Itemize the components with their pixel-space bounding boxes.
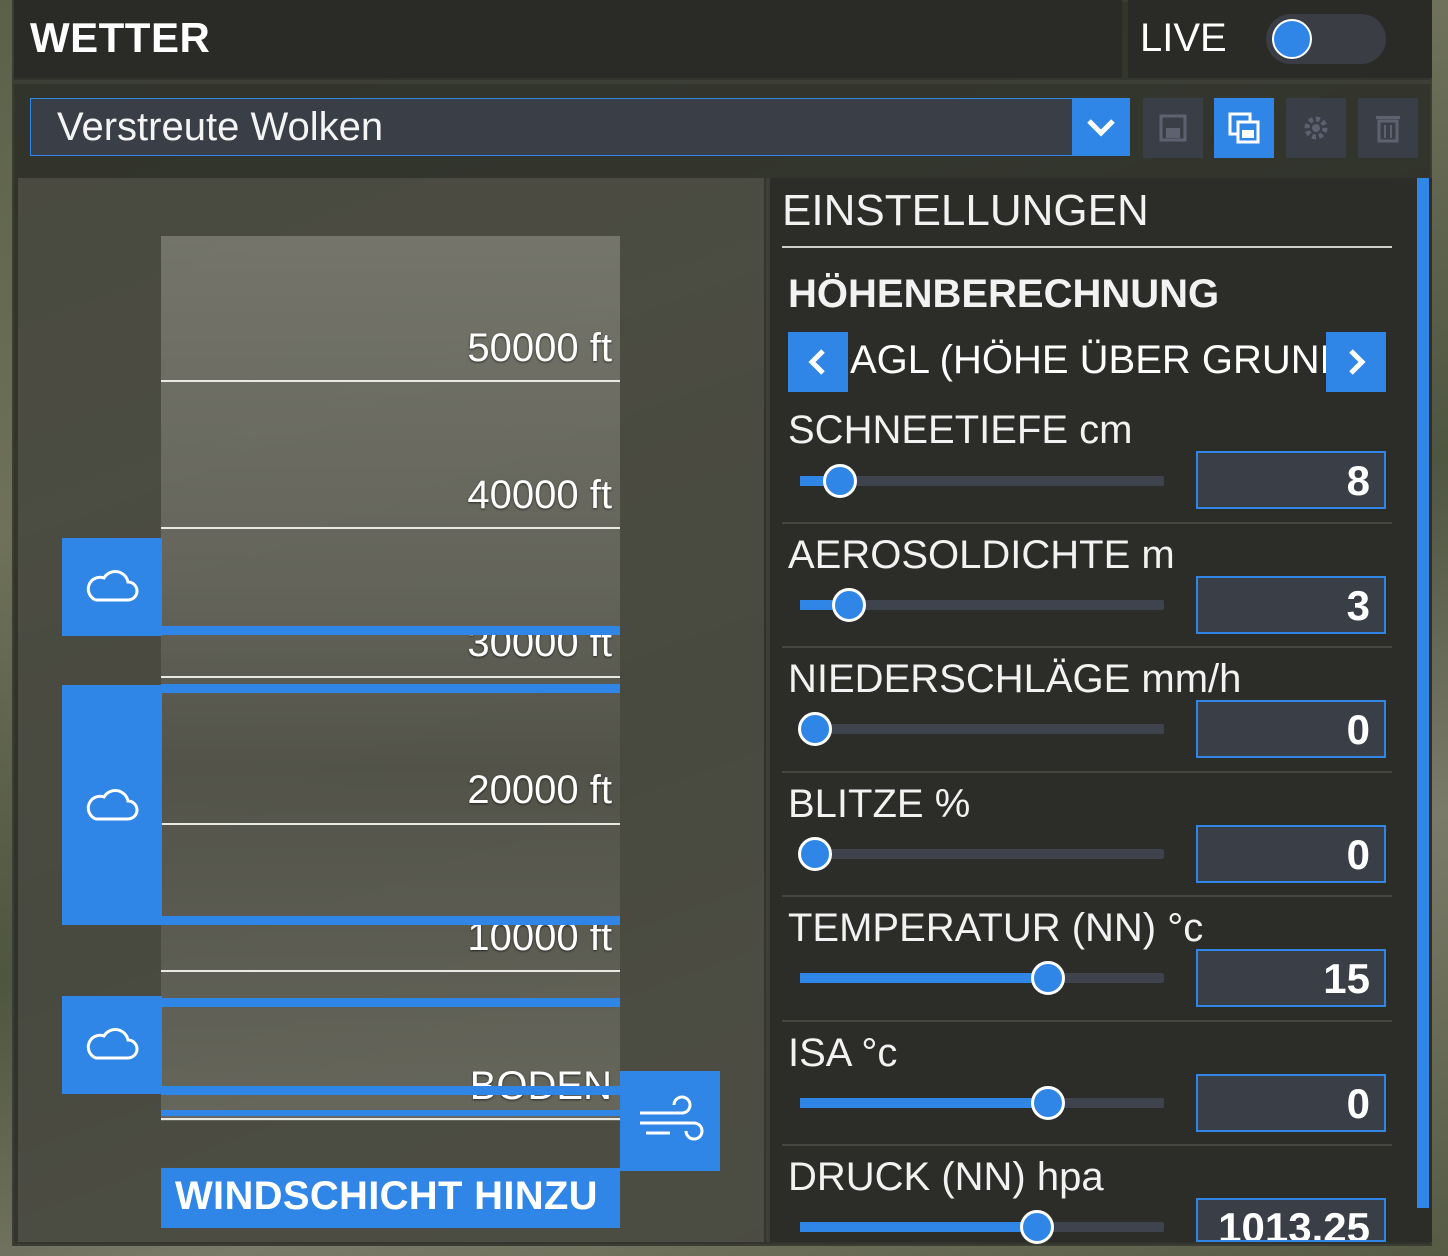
row-divider — [782, 1144, 1392, 1146]
pressure-value: 1013.25 — [1218, 1204, 1370, 1242]
cloud-layer-mid-top[interactable] — [161, 684, 620, 693]
gear-icon — [1304, 116, 1328, 140]
snow-depth-input[interactable]: 8 — [1196, 451, 1386, 509]
row-divider — [782, 895, 1392, 897]
setting-label-pressure: DRUCK (NN) hpa — [788, 1155, 1104, 1199]
setting-label-isa: ISA °c — [788, 1031, 898, 1075]
save-preset-button[interactable] — [1143, 98, 1203, 158]
temperature-value: 15 — [1323, 955, 1370, 1002]
slider-thumb[interactable] — [823, 464, 858, 498]
trash-icon — [1376, 116, 1400, 143]
lightning-input[interactable]: 0 — [1196, 825, 1386, 883]
isa-value: 0 — [1346, 1080, 1370, 1127]
altitude-gridline — [161, 1118, 620, 1120]
slider-thumb[interactable] — [1019, 1210, 1054, 1244]
cloud-layer-low[interactable] — [62, 996, 162, 1094]
settings-scrollbar[interactable] — [1417, 178, 1429, 1208]
row-divider — [782, 522, 1392, 524]
chevron-right-icon — [1349, 349, 1366, 375]
row-divider — [782, 1020, 1392, 1022]
altitude-label: 20000 ft — [467, 768, 612, 812]
altitude-gridline — [161, 823, 620, 825]
preset-value: Verstreute Wolken — [57, 105, 384, 149]
aerosol-slider[interactable] — [800, 588, 1164, 622]
altitude-calc-prev[interactable] — [788, 332, 848, 392]
temperature-slider[interactable] — [800, 961, 1164, 995]
slider-thumb[interactable] — [1030, 961, 1065, 995]
aerosol-input[interactable]: 3 — [1196, 576, 1386, 634]
pressure-slider[interactable] — [800, 1210, 1164, 1244]
row-divider — [782, 771, 1392, 773]
altitude-gridline — [161, 527, 620, 529]
precipitation-value: 0 — [1346, 706, 1370, 753]
cloud-layer-mid[interactable] — [62, 685, 162, 925]
delete-preset-button[interactable] — [1358, 98, 1418, 158]
preset-dropdown-button[interactable] — [1072, 98, 1130, 156]
temperature-input[interactable]: 15 — [1196, 949, 1386, 1007]
wind-icon — [640, 1095, 704, 1141]
cloud-layer-high[interactable] — [62, 538, 162, 636]
altitude-label: 40000 ft — [467, 473, 612, 517]
slider-thumb[interactable] — [832, 588, 867, 622]
cloud-layer-mid-bottom[interactable] — [161, 916, 620, 925]
add-wind-layer-label: WINDSCHICHT HINZU — [175, 1174, 598, 1218]
copy-icon — [1228, 112, 1260, 144]
settings-title: EINSTELLUNGEN — [782, 186, 1149, 235]
setting-label-precipitation: NIEDERSCHLÄGE mm/h — [788, 657, 1242, 701]
snow-depth-value: 8 — [1346, 457, 1370, 504]
preset-dropdown[interactable]: Verstreute Wolken — [30, 98, 1100, 156]
header-divider — [12, 80, 1432, 84]
add-wind-layer-button[interactable]: WINDSCHICHT HINZU — [161, 1168, 620, 1228]
altitude-gridline — [161, 970, 620, 972]
cloud-icon — [86, 789, 139, 821]
pressure-input[interactable]: 1013.25 — [1196, 1198, 1386, 1242]
live-toggle[interactable] — [1266, 14, 1386, 64]
slider-thumb[interactable] — [797, 837, 832, 871]
slider-thumb[interactable] — [797, 712, 832, 746]
lightning-value: 0 — [1346, 831, 1370, 878]
slider-thumb[interactable] — [1030, 1086, 1065, 1120]
chevron-left-icon — [808, 349, 825, 375]
cloud-icon — [86, 1028, 139, 1060]
save-icon — [1159, 114, 1187, 142]
toggle-knob — [1272, 19, 1312, 59]
altitude-calc-next[interactable] — [1326, 332, 1386, 392]
altitude-calc-title: HÖHENBERECHNUNG — [788, 272, 1220, 316]
altitude-gridline — [161, 676, 620, 678]
isa-input[interactable]: 0 — [1196, 1074, 1386, 1132]
panel-title: WETTER — [30, 14, 211, 61]
aerosol-value: 3 — [1346, 582, 1370, 629]
snow-depth-slider[interactable] — [800, 464, 1164, 498]
lightning-slider[interactable] — [797, 837, 1164, 871]
cloud-icon — [86, 570, 139, 602]
setting-label-snow-depth: SCHNEETIEFE cm — [788, 408, 1133, 452]
setting-label-temperature: TEMPERATUR (NN) °c — [788, 906, 1204, 950]
slider-fill — [800, 1098, 1048, 1108]
altitude-gridline — [161, 380, 620, 382]
row-divider — [782, 646, 1392, 648]
wind-layer-button[interactable] — [620, 1071, 720, 1171]
copy-preset-button[interactable] — [1214, 98, 1274, 158]
precipitation-slider[interactable] — [797, 712, 1164, 746]
slider-fill — [800, 973, 1048, 983]
altitude-label: 50000 ft — [467, 326, 612, 370]
isa-slider[interactable] — [800, 1086, 1164, 1120]
live-label: LIVE — [1140, 16, 1227, 60]
preset-settings-button[interactable] — [1286, 98, 1346, 158]
setting-label-lightning: BLITZE % — [788, 782, 971, 826]
ground-wind-bar[interactable] — [161, 1110, 620, 1116]
setting-label-aerosol: AEROSOLDICHTE m — [788, 533, 1175, 577]
slider-fill — [800, 1222, 1037, 1232]
altitude-calc-selector[interactable]: AGL (HÖHE ÜBER GRUND) — [788, 332, 1386, 392]
cloud-layer-low-top[interactable] — [161, 998, 620, 1007]
settings-title-underline — [782, 246, 1392, 248]
precipitation-input[interactable]: 0 — [1196, 700, 1386, 758]
cloud-layer-high-bottom[interactable] — [161, 626, 620, 635]
chevron-down-icon — [1087, 119, 1115, 137]
altitude-calc-value: AGL (HÖHE ÜBER GRUND) — [850, 338, 1362, 382]
cloud-layer-low-bottom[interactable] — [161, 1086, 620, 1095]
